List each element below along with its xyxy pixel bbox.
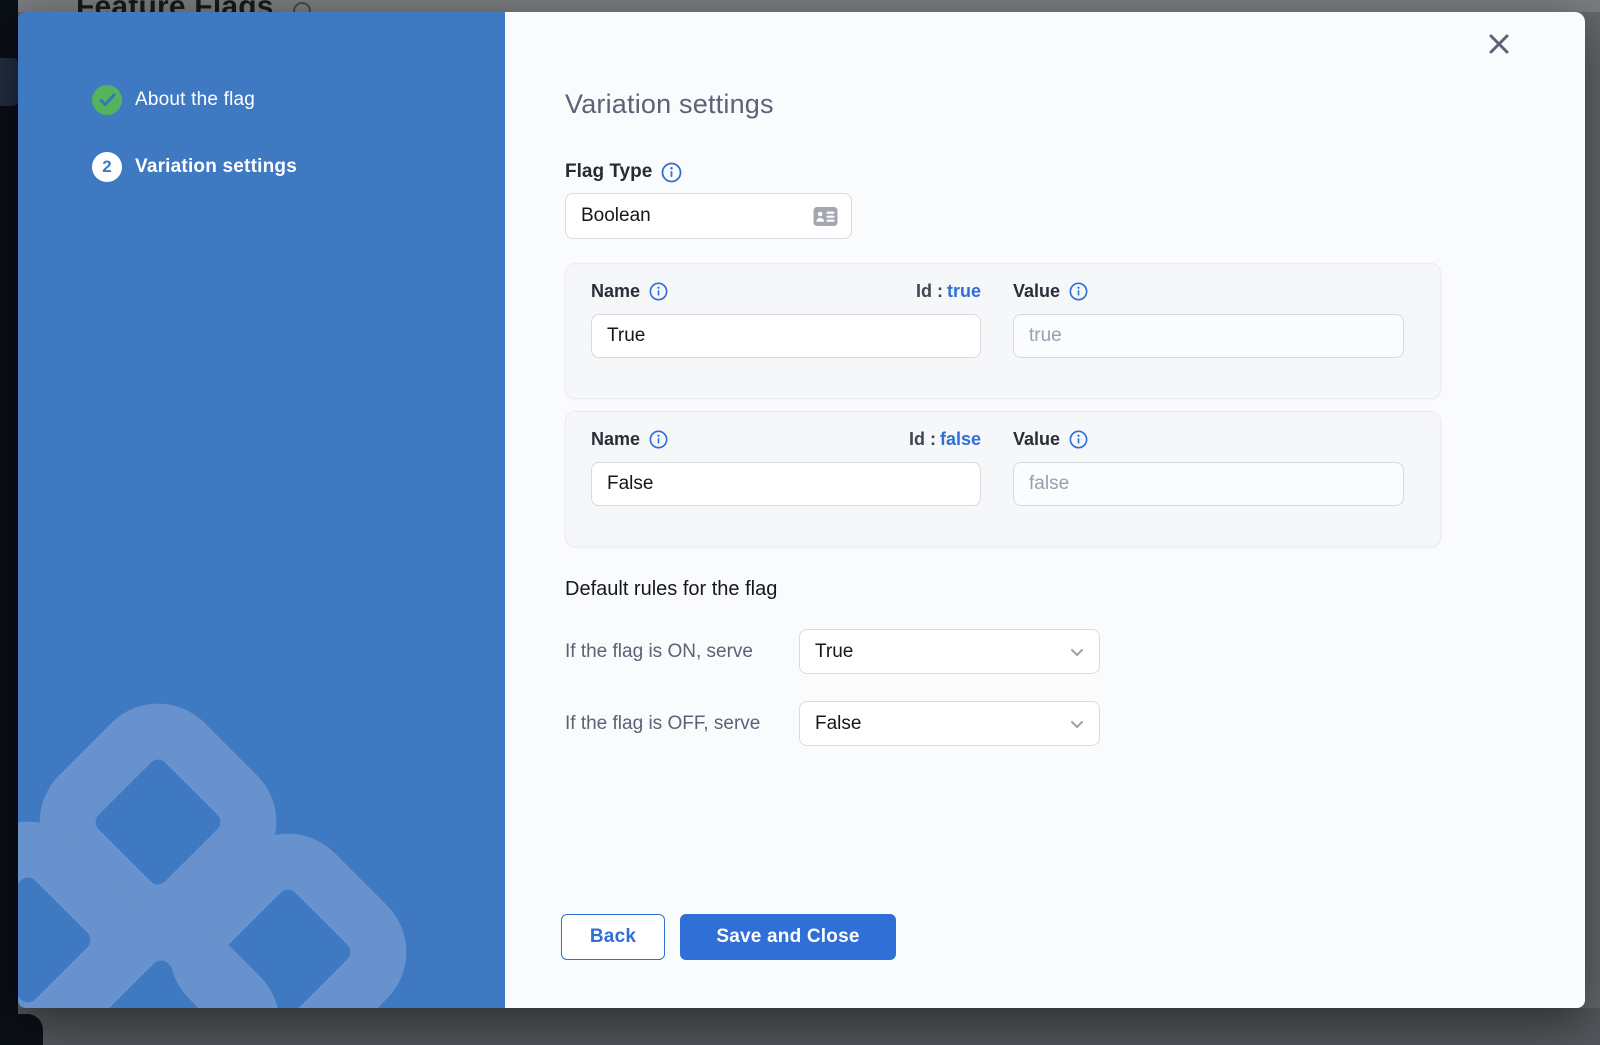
info-icon[interactable] — [649, 430, 668, 449]
app-corner-shape — [0, 1014, 43, 1045]
rule-off-label: If the flag is OFF, serve — [565, 712, 799, 736]
value-label-row: Value — [1013, 429, 1088, 450]
app-sidebar-edge — [0, 0, 18, 1045]
save-and-close-button[interactable]: Save and Close — [680, 914, 896, 960]
close-icon — [1486, 31, 1512, 57]
rule-row-off: If the flag is OFF, serve False — [565, 701, 1585, 746]
variation-settings-panel: Variation settings Flag Type Boolean — [505, 12, 1585, 1008]
variation-card-false: Name Id :false — [565, 411, 1441, 547]
info-icon[interactable] — [1069, 430, 1088, 449]
wizard-steps: About the flag 2 Variation settings — [18, 12, 505, 182]
variation-name-input[interactable] — [591, 314, 981, 358]
name-label: Name — [591, 429, 640, 450]
close-button[interactable] — [1483, 28, 1515, 60]
step-variation-settings[interactable]: 2 Variation settings — [92, 152, 505, 182]
chevron-down-icon — [1068, 643, 1086, 661]
rule-on-label: If the flag is ON, serve — [565, 640, 799, 664]
dimmed-page-footer — [0, 1008, 1600, 1045]
step-about-the-flag[interactable]: About the flag — [92, 85, 505, 115]
rule-on-select[interactable]: True — [799, 629, 1100, 674]
flag-type-picker-icon — [813, 206, 838, 227]
info-icon[interactable] — [1069, 282, 1088, 301]
chevron-down-icon — [1068, 715, 1086, 733]
value-label: Value — [1013, 429, 1060, 450]
info-icon — [293, 2, 311, 12]
value-label-row: Value — [1013, 281, 1088, 302]
flag-type-label-row: Flag Type — [565, 160, 1585, 184]
flag-type-select[interactable]: Boolean — [565, 193, 852, 239]
variation-id: Id :true — [916, 281, 981, 302]
page-title: Feature Flags — [76, 0, 274, 12]
default-rules-heading: Default rules for the flag — [565, 577, 1585, 601]
dimmed-page-header: Feature Flags — [0, 0, 1600, 12]
variation-id: Id :false — [909, 429, 981, 450]
app-sidebar-active-item — [0, 58, 18, 106]
variation-card-true: Name Id :true — [565, 263, 1441, 399]
rule-on-value: True — [815, 641, 853, 663]
info-icon[interactable] — [661, 162, 682, 183]
step-label: Variation settings — [135, 156, 297, 178]
back-button[interactable]: Back — [561, 914, 665, 960]
value-label: Value — [1013, 281, 1060, 302]
rule-off-value: False — [815, 713, 861, 735]
create-flag-modal: About the flag 2 Variation settings Vari… — [18, 12, 1585, 1008]
flag-type-value: Boolean — [581, 205, 651, 227]
info-icon[interactable] — [649, 282, 668, 301]
variation-value-input[interactable] — [1013, 314, 1404, 358]
flag-type-label: Flag Type — [565, 160, 652, 184]
modal-title: Variation settings — [565, 88, 1585, 120]
variation-value-input[interactable] — [1013, 462, 1404, 506]
rule-off-select[interactable]: False — [799, 701, 1100, 746]
rule-row-on: If the flag is ON, serve True — [565, 629, 1585, 674]
step-label: About the flag — [135, 89, 255, 111]
brand-watermark-icon — [18, 648, 505, 1008]
name-label-row: Name — [591, 281, 668, 302]
name-label: Name — [591, 281, 640, 302]
modal-actions: Back Save and Close — [561, 914, 1585, 960]
step-complete-check-icon — [92, 85, 122, 115]
name-label-row: Name — [591, 429, 668, 450]
variation-name-input[interactable] — [591, 462, 981, 506]
steps-panel: About the flag 2 Variation settings — [18, 12, 505, 1008]
step-number-badge: 2 — [92, 152, 122, 182]
